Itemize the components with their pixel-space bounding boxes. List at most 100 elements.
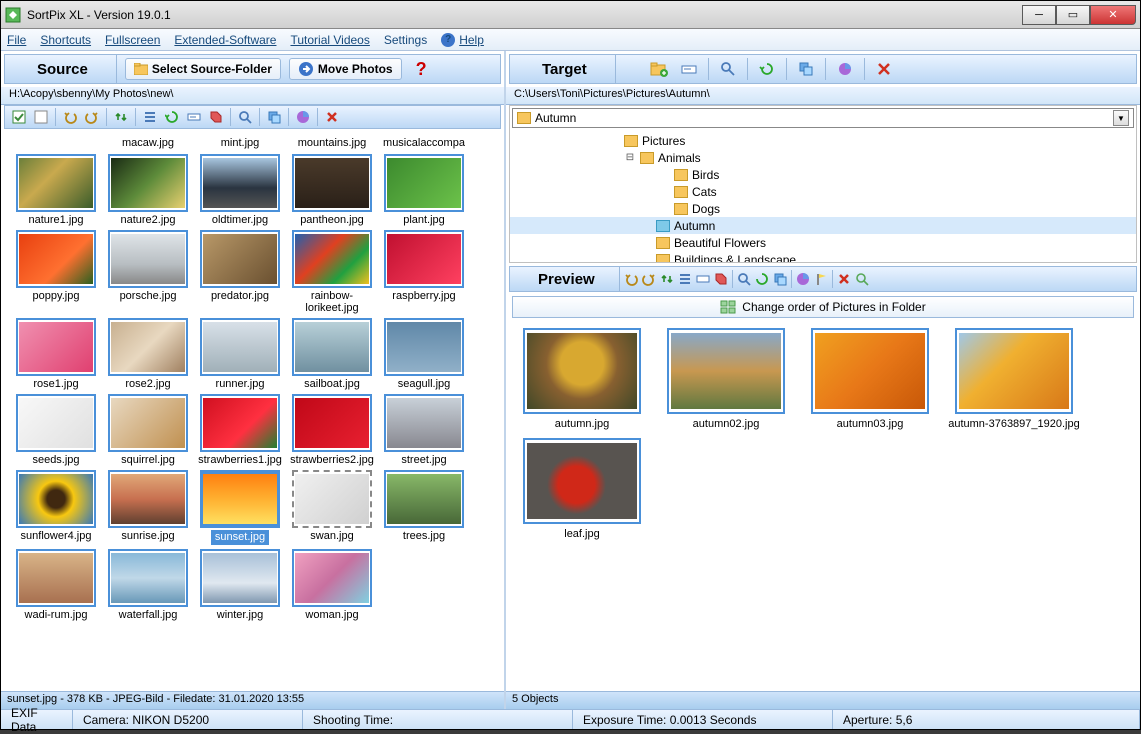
thumb-item[interactable]: mountains.jpg	[289, 135, 375, 150]
menu-tutorial-videos[interactable]: Tutorial Videos	[290, 33, 369, 47]
tree-row[interactable]: Birds	[510, 166, 1136, 183]
target-copy-icon[interactable]	[795, 58, 817, 80]
thumb-item[interactable]: wadi-rum.jpg	[13, 549, 99, 621]
thumb-item[interactable]: sunflower4.jpg	[13, 470, 99, 544]
thumb-item[interactable]: porsche.jpg	[105, 230, 191, 314]
help-icon[interactable]: ?	[410, 59, 433, 80]
change-order-button[interactable]: Change order of Pictures in Folder	[512, 296, 1134, 318]
target-refresh-icon[interactable]	[756, 58, 778, 80]
thumb-item[interactable]: sunset.jpg	[197, 470, 283, 544]
menu-file[interactable]: File	[7, 33, 26, 47]
menu-fullscreen[interactable]: Fullscreen	[105, 33, 160, 47]
tree-row[interactable]: Dogs	[510, 200, 1136, 217]
folder-combo[interactable]: Autumn ▼	[512, 108, 1134, 128]
preview-thumb-item[interactable]: autumn-3763897_1920.jpg	[946, 328, 1082, 430]
check-all-icon[interactable]	[9, 107, 29, 127]
target-search-icon[interactable]	[717, 58, 739, 80]
close-button[interactable]: ✕	[1090, 5, 1136, 25]
thumb-item[interactable]: strawberries1.jpg	[197, 394, 283, 466]
move-photos-button[interactable]: Move Photos	[289, 58, 402, 80]
thumb-item[interactable]: swan.jpg	[289, 470, 375, 544]
preview-refresh-icon[interactable]	[755, 272, 769, 286]
thumb-item[interactable]: musicalaccompaniment.jpg	[381, 135, 467, 150]
copy-icon[interactable]	[264, 107, 284, 127]
thumb-item[interactable]: seagull.jpg	[381, 318, 467, 390]
preview-search-icon[interactable]	[737, 272, 751, 286]
thumb-item[interactable]: sailboat.jpg	[289, 318, 375, 390]
thumb-item[interactable]: waterfall.jpg	[105, 549, 191, 621]
tree-row[interactable]: Beautiful Flowers	[510, 234, 1136, 251]
menu-shortcuts[interactable]: Shortcuts	[40, 33, 91, 47]
thumb-item[interactable]: mint.jpg	[197, 135, 283, 150]
preview-redo-icon[interactable]	[642, 272, 656, 286]
tree-row[interactable]: Autumn	[510, 217, 1136, 234]
tree-row[interactable]: Pictures	[510, 132, 1136, 149]
thumb-item[interactable]: sunrise.jpg	[105, 470, 191, 544]
menu-settings[interactable]: Settings	[384, 33, 427, 47]
preview-delete-icon[interactable]	[837, 272, 851, 286]
preview-copy-icon[interactable]	[773, 272, 787, 286]
expander-icon[interactable]: ⊟	[624, 152, 636, 163]
preview-thumb-item[interactable]: leaf.jpg	[514, 438, 650, 540]
pie-icon[interactable]	[293, 107, 313, 127]
list-icon[interactable]	[140, 107, 160, 127]
thumb-item[interactable]: strawberries2.jpg	[289, 394, 375, 466]
tree-row[interactable]: Cats	[510, 183, 1136, 200]
tree-row[interactable]: ⊟Animals	[510, 149, 1136, 166]
thumb-item[interactable]: seeds.jpg	[13, 394, 99, 466]
thumb-item[interactable]: trees.jpg	[381, 470, 467, 544]
thumb-item[interactable]: predator.jpg	[197, 230, 283, 314]
preview-undo-icon[interactable]	[624, 272, 638, 286]
preview-pie-icon[interactable]	[796, 272, 810, 286]
thumb-item[interactable]: poppy.jpg	[13, 230, 99, 314]
thumb-item[interactable]: plant.jpg	[381, 154, 467, 226]
refresh-icon[interactable]	[162, 107, 182, 127]
preview-zoom-icon[interactable]	[855, 272, 869, 286]
select-source-folder-button[interactable]: Select Source-Folder	[125, 58, 281, 80]
preview-sort-icon[interactable]	[660, 272, 674, 286]
preview-flag-icon[interactable]	[814, 272, 828, 286]
folder-tree-scroll[interactable]: Pictures⊟AnimalsBirdsCatsDogsAutumnBeaut…	[510, 130, 1136, 262]
thumb-item[interactable]: nature2.jpg	[105, 154, 191, 226]
preview-list-icon[interactable]	[678, 272, 692, 286]
thumb-item[interactable]: rose2.jpg	[105, 318, 191, 390]
preview-thumb-item[interactable]: autumn.jpg	[514, 328, 650, 430]
thumb-item[interactable]	[13, 135, 99, 150]
tag-icon[interactable]	[206, 107, 226, 127]
preview-thumb-item[interactable]: autumn02.jpg	[658, 328, 794, 430]
thumb-item[interactable]: runner.jpg	[197, 318, 283, 390]
undo-icon[interactable]	[60, 107, 80, 127]
preview-thumb-item[interactable]: autumn03.jpg	[802, 328, 938, 430]
sort-up-icon[interactable]	[111, 107, 131, 127]
delete-icon[interactable]	[322, 107, 342, 127]
rename-folder-icon[interactable]	[678, 58, 700, 80]
thumb-item[interactable]: squirrel.jpg	[105, 394, 191, 466]
uncheck-icon[interactable]	[31, 107, 51, 127]
new-folder-icon[interactable]	[648, 58, 670, 80]
thumb-item[interactable]: woman.jpg	[289, 549, 375, 621]
thumb-item[interactable]: street.jpg	[381, 394, 467, 466]
thumb-item[interactable]: rainbow-lorikeet.jpg	[289, 230, 375, 314]
maximize-button[interactable]: ▭	[1056, 5, 1090, 25]
thumb-item[interactable]: raspberry.jpg	[381, 230, 467, 314]
thumb-item[interactable]: pantheon.jpg	[289, 154, 375, 226]
thumb-item[interactable]: rose1.jpg	[13, 318, 99, 390]
preview-thumbs-area[interactable]: autumn.jpgautumn02.jpgautumn03.jpgautumn…	[506, 322, 1140, 691]
thumb-item[interactable]: nature1.jpg	[13, 154, 99, 226]
source-thumbs-scroll[interactable]: macaw.jpg mint.jpg mountains.jpg musicalacc…	[1, 131, 504, 691]
thumb-item[interactable]: macaw.jpg	[105, 135, 191, 150]
redo-icon[interactable]	[82, 107, 102, 127]
dropdown-icon[interactable]: ▼	[1113, 110, 1129, 126]
tree-row[interactable]: Buildings & Landscape	[510, 251, 1136, 262]
target-delete-icon[interactable]	[873, 58, 895, 80]
menu-extended-software[interactable]: Extended-Software	[174, 33, 276, 47]
rename-icon[interactable]	[184, 107, 204, 127]
preview-rename-icon[interactable]	[696, 272, 710, 286]
target-pie-icon[interactable]	[834, 58, 856, 80]
menu-help[interactable]: ?Help	[441, 33, 484, 47]
thumb-item[interactable]: oldtimer.jpg	[197, 154, 283, 226]
search-icon[interactable]	[235, 107, 255, 127]
preview-tag-icon[interactable]	[714, 272, 728, 286]
minimize-button[interactable]: ─	[1022, 5, 1056, 25]
thumb-item[interactable]: winter.jpg	[197, 549, 283, 621]
